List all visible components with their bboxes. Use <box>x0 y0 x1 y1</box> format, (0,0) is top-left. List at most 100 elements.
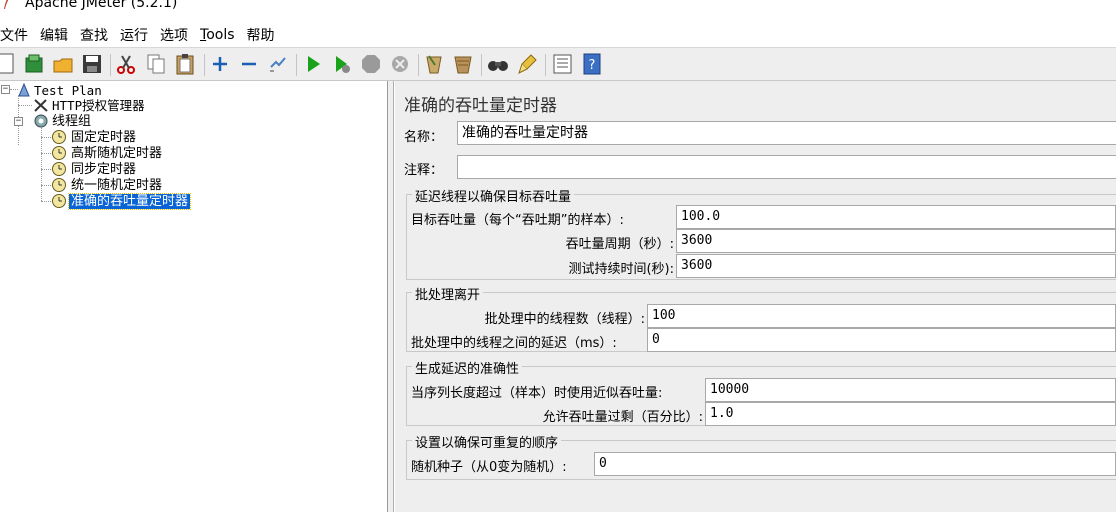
stop-icon <box>362 55 380 73</box>
toolbar-separator <box>545 54 546 76</box>
timer-clock-icon <box>52 162 66 176</box>
tree-connector <box>41 127 42 201</box>
save-icon <box>83 55 101 73</box>
new-icon <box>0 53 14 74</box>
test-plan-tree: − Test Plan HTTP授权管理器 − 线程组 固定定时器 高斯随机定时… <box>0 81 388 512</box>
throughput-period-input[interactable]: 3600 <box>676 229 1116 253</box>
svg-text:?: ? <box>589 58 596 73</box>
random-seed-input[interactable]: 0 <box>594 452 1116 476</box>
tree-item-precise-throughput-timer[interactable]: 准确的吞吐量定时器 <box>51 192 192 210</box>
menu-file[interactable]: 文件 <box>0 25 33 45</box>
test-duration-input[interactable]: 3600 <box>676 254 1116 278</box>
function-helper-button[interactable] <box>550 52 574 76</box>
timer-clock-icon <box>52 130 66 144</box>
group-title: 批处理离开 <box>412 284 484 303</box>
toolbar-separator <box>204 54 205 76</box>
stop-button[interactable] <box>359 52 383 76</box>
tree-connector <box>41 137 51 138</box>
menu-run[interactable]: 运行 <box>113 25 153 45</box>
tree-item-sync-timer[interactable]: 同步定时器 <box>51 161 138 177</box>
tree-collapse-toggle[interactable]: − <box>14 117 23 126</box>
random-seed-label: 随机种子（从0变为随机）: <box>411 460 567 475</box>
function-helper-icon <box>553 54 572 74</box>
tree-label: 线程组 <box>52 113 92 129</box>
sequence-length-label: 当序列长度超过（样本）时使用近似吞吐量: <box>411 386 663 401</box>
batch-threads-input[interactable]: 100 <box>647 304 1116 328</box>
tree-connector <box>41 169 51 170</box>
toolbar-separator <box>418 54 419 76</box>
throughput-surplus-label: 允许吞吐量过剩（百分比）: <box>542 410 703 425</box>
templates-button[interactable] <box>22 52 46 76</box>
tree-item-uniform-timer[interactable]: 统一随机定时器 <box>51 177 164 193</box>
tree-item-constant-timer[interactable]: 固定定时器 <box>51 129 138 145</box>
paste-button[interactable] <box>173 52 197 76</box>
help-button[interactable]: ? <box>580 52 604 76</box>
name-label: 名称： <box>404 130 444 145</box>
reset-search-button[interactable] <box>516 52 540 76</box>
name-input[interactable]: 准确的吞吐量定时器 <box>457 121 1116 145</box>
tree-label: 高斯随机定时器 <box>71 145 163 161</box>
throughput-surplus-input[interactable]: 1.0 <box>705 402 1116 426</box>
menu-search[interactable]: 查找 <box>73 25 113 45</box>
tree-label: 固定定时器 <box>71 129 137 145</box>
toolbar-separator <box>481 54 482 76</box>
copy-icon <box>147 54 165 74</box>
search-icon <box>488 61 508 71</box>
tree-label: HTTP授权管理器 <box>52 97 145 113</box>
cut-icon <box>117 55 135 74</box>
search-button[interactable] <box>486 52 510 76</box>
target-throughput-input[interactable]: 100.0 <box>676 205 1116 229</box>
tree-item-gaussian-timer[interactable]: 高斯随机定时器 <box>51 145 164 161</box>
menu-help[interactable]: 帮助 <box>240 25 280 45</box>
target-throughput-label: 目标吞吐量（每个“吞吐期”的样本）: <box>411 213 624 228</box>
tree-collapse-toggle[interactable]: − <box>1 85 10 94</box>
batch-threads-label: 批处理中的线程数（线程）: <box>484 312 645 327</box>
toolbar-separator <box>110 54 111 76</box>
menu-tools-rest: ools <box>206 27 235 43</box>
start-no-pause-button[interactable] <box>330 52 354 76</box>
menu-options[interactable]: 选项 <box>153 25 193 45</box>
clear-all-icon <box>454 56 472 74</box>
jmeter-feather-icon <box>4 0 9 9</box>
timer-config-panel: 准确的吞吐量定时器 名称： 准确的吞吐量定时器 注释： 延迟线程以确保目标吞吐量… <box>395 81 1116 512</box>
timer-clock-icon <box>52 146 66 160</box>
open-button[interactable] <box>51 52 75 76</box>
menu-bar: 文件 编辑 查找 运行 选项 Tools 帮助 <box>0 24 1116 46</box>
paste-icon <box>176 54 194 75</box>
start-no-pause-icon <box>336 56 350 73</box>
tree-connector <box>41 185 51 186</box>
cut-button[interactable] <box>114 52 138 76</box>
pane-splitter[interactable] <box>388 81 394 512</box>
shutdown-button[interactable] <box>388 52 412 76</box>
clear-all-button[interactable] <box>451 52 475 76</box>
start-button[interactable] <box>301 52 325 76</box>
group-title: 生成延迟的准确性 <box>412 358 523 377</box>
toggle-button[interactable] <box>266 52 290 76</box>
comment-input[interactable] <box>457 155 1116 179</box>
wrench-icon <box>34 99 48 112</box>
collapse-button[interactable] <box>237 52 261 76</box>
tree-connector <box>41 201 51 202</box>
tree-label: 同步定时器 <box>71 161 137 177</box>
tree-item-http-auth[interactable]: HTTP授权管理器 <box>32 97 147 113</box>
batch-delay-input[interactable]: 0 <box>647 328 1116 352</box>
expand-button[interactable] <box>208 52 232 76</box>
menu-edit[interactable]: 编辑 <box>33 25 73 45</box>
window-title: Apache JMeter (5.2.1) <box>25 0 178 11</box>
copy-button[interactable] <box>144 52 168 76</box>
tree-item-test-plan[interactable]: Test Plan <box>16 82 104 98</box>
tree-label: 统一随机定时器 <box>71 177 163 193</box>
templates-icon <box>25 54 43 73</box>
toolbar-separator <box>296 54 297 76</box>
clear-icon <box>426 55 442 74</box>
group-title: 延迟线程以确保目标吞吐量 <box>412 186 575 205</box>
tree-label-selected: 准确的吞吐量定时器 <box>67 192 192 210</box>
new-button[interactable] <box>0 52 18 76</box>
sequence-length-input[interactable]: 10000 <box>705 378 1116 402</box>
comment-label: 注释： <box>404 163 444 178</box>
menu-tools[interactable]: Tools <box>193 27 240 43</box>
tree-connector <box>41 153 51 154</box>
tree-label: Test Plan <box>34 82 102 98</box>
clear-button[interactable] <box>422 52 446 76</box>
save-button[interactable] <box>80 52 104 76</box>
